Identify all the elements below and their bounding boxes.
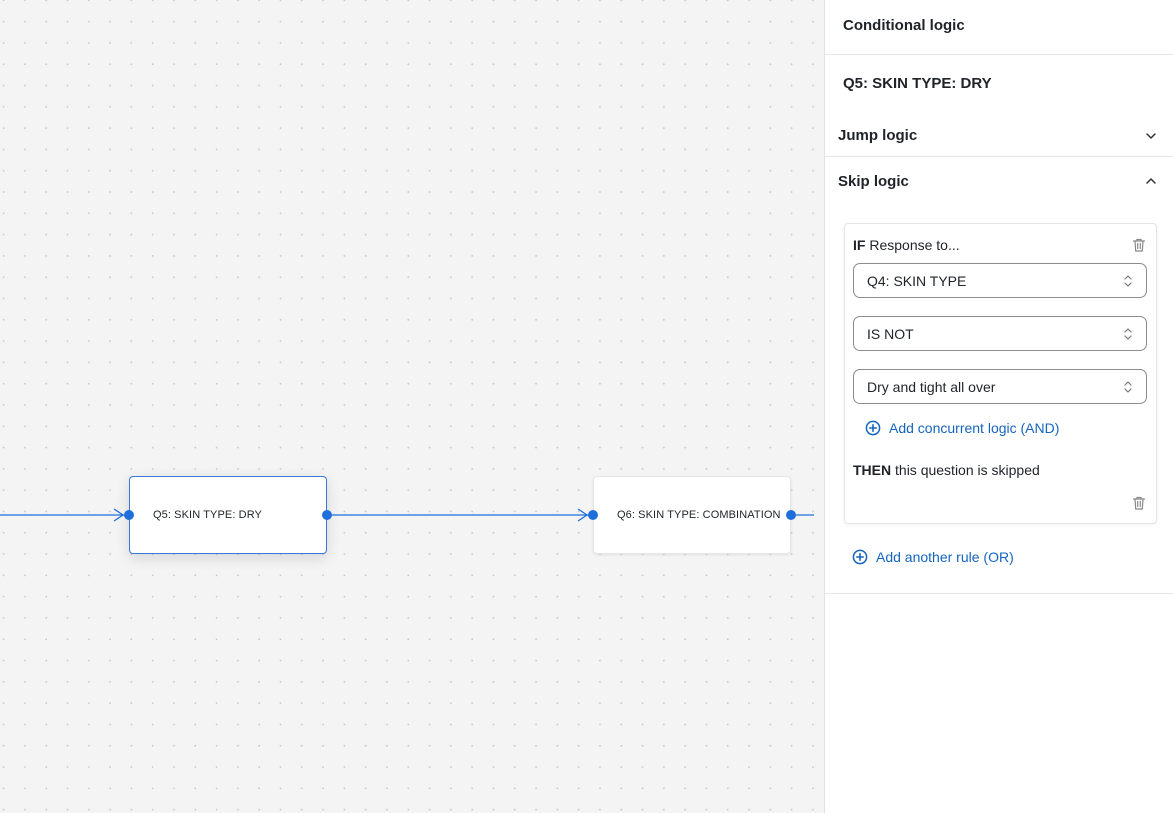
chevron-up-down-icon	[1124, 380, 1132, 393]
node-label: Q6: SKIN TYPE: COMBINATION	[617, 509, 781, 521]
then-text: this question is skipped	[895, 462, 1040, 478]
skip-logic-accordion[interactable]: Skip logic	[825, 157, 1173, 205]
flow-node-q5[interactable]: Q5: SKIN TYPE: DRY	[124, 476, 332, 554]
then-statement: THEN this question is skipped	[853, 462, 1147, 478]
question-title: Q5: SKIN TYPE: DRY	[843, 75, 992, 92]
skip-logic-label: Skip logic	[838, 172, 909, 190]
trash-icon[interactable]	[1131, 495, 1147, 511]
chevron-up-icon	[1146, 178, 1156, 184]
operator-select[interactable]: IS NOT	[853, 316, 1147, 351]
conditional-logic-editor: Q5: SKIN TYPE: DRY Q6: SKIN TYPE: COMBIN…	[0, 0, 1173, 813]
skip-logic-content: IF Response to... Q4: SKIN TYPE IS NOT D…	[825, 205, 1173, 594]
plus-circle-icon	[865, 420, 881, 436]
panel-title: Conditional logic	[825, 0, 1173, 55]
rule-condition-header: IF Response to...	[853, 235, 1147, 255]
add-concurrent-logic-button[interactable]: Add concurrent logic (AND)	[865, 418, 1147, 438]
output-handle[interactable]	[322, 510, 332, 520]
operator-select-value: IS NOT	[867, 325, 914, 342]
rule-card-footer	[853, 495, 1147, 511]
if-text: Response to...	[869, 237, 960, 253]
answer-value-select[interactable]: Dry and tight all over	[853, 369, 1147, 404]
if-statement: IF Response to...	[853, 237, 960, 253]
flow-edges	[0, 508, 814, 522]
add-another-rule-label: Add another rule (OR)	[876, 549, 1014, 565]
plus-circle-icon	[852, 549, 868, 565]
if-keyword: IF	[853, 237, 866, 253]
flow-node-q6[interactable]: Q6: SKIN TYPE: COMBINATION	[588, 476, 796, 554]
then-keyword: THEN	[853, 462, 892, 478]
answer-value-select-value: Dry and tight all over	[867, 378, 996, 395]
question-select[interactable]: Q4: SKIN TYPE	[853, 263, 1147, 298]
output-handle[interactable]	[786, 510, 796, 520]
add-another-rule-button[interactable]: Add another rule (OR)	[852, 547, 1157, 567]
jump-logic-label: Jump logic	[838, 127, 918, 144]
node-label: Q5: SKIN TYPE: DRY	[153, 509, 262, 521]
chevron-up-down-icon	[1124, 274, 1132, 287]
add-concurrent-logic-label: Add concurrent logic (AND)	[889, 420, 1060, 436]
trash-icon[interactable]	[1131, 237, 1147, 253]
input-handle[interactable]	[124, 510, 134, 520]
chevron-up-down-icon	[1124, 327, 1132, 340]
skip-rule-card: IF Response to... Q4: SKIN TYPE IS NOT D…	[844, 223, 1157, 524]
chevron-down-icon	[1146, 132, 1156, 139]
conditional-logic-panel: Conditional logic Q5: SKIN TYPE: DRY Jum…	[824, 0, 1173, 813]
input-handle[interactable]	[588, 510, 598, 520]
question-select-value: Q4: SKIN TYPE	[867, 272, 967, 289]
jump-logic-accordion[interactable]: Jump logic	[825, 115, 1173, 157]
flow-canvas[interactable]: Q5: SKIN TYPE: DRY Q6: SKIN TYPE: COMBIN…	[0, 0, 824, 813]
